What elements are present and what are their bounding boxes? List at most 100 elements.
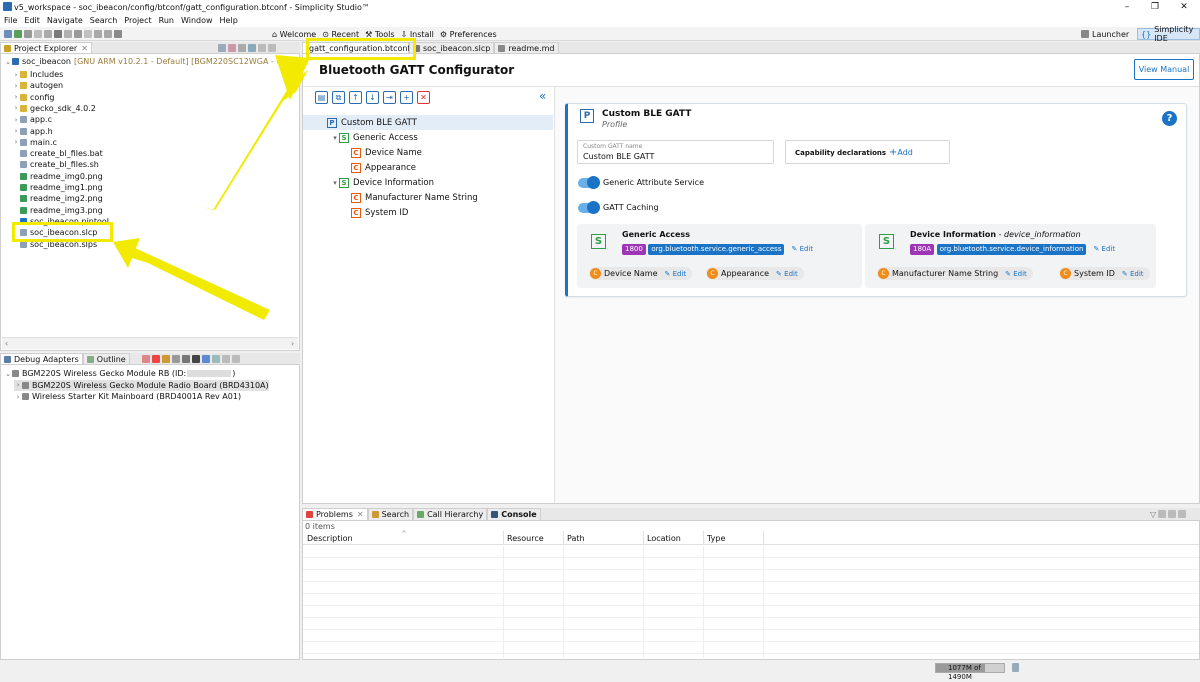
add-capability-button[interactable]: +Add [889,147,913,158]
expand-icon[interactable]: › [12,127,20,135]
gatt-tree-item[interactable]: C System ID [303,205,408,220]
welcome-link[interactable]: ⌂ Welcome [272,30,316,39]
trash-icon[interactable] [1012,663,1019,672]
expand-icon[interactable]: › [14,381,22,389]
menu-search[interactable]: Search [90,16,117,25]
service-card[interactable]: S Device Information - device_information… [865,224,1156,288]
new-icon[interactable] [4,30,12,38]
search-icon[interactable] [84,30,92,38]
edit-characteristic-button[interactable]: ✎ Edit [665,270,687,278]
move-up-icon[interactable]: ↑ [349,91,362,104]
close-icon[interactable]: ✕ [81,44,88,53]
expand-icon[interactable]: ▾ [331,134,339,142]
build-icon[interactable] [14,30,22,38]
tab-search[interactable]: Search [367,508,414,520]
menu-window[interactable]: Window [181,16,213,25]
upload-icon[interactable] [162,355,170,363]
tree-item[interactable]: › app.h [12,126,53,137]
expand-icon[interactable]: › [12,71,20,79]
help-icon[interactable]: ? [1162,111,1177,126]
device-icon[interactable] [202,355,210,363]
expand-icon[interactable]: ▾ [331,179,339,187]
gatt-tree-item[interactable]: P Custom BLE GATT [303,115,553,130]
tools-link[interactable]: ⚒ Tools [365,30,394,39]
gatt-tree-item[interactable]: C Device Name [303,145,422,160]
tree-item[interactable]: › main.c [12,137,57,148]
connect-icon[interactable] [142,355,150,363]
gatt-tree-item[interactable]: C Manufacturer Name String [303,190,478,205]
tree-item[interactable]: › gecko_sdk_4.0.2 [12,103,96,114]
horizontal-scrollbar[interactable]: ‹ › [2,337,298,349]
adapter-item[interactable]: › BGM220S Wireless Gecko Module Radio Boa… [14,379,269,391]
adapter-item[interactable]: ⌄ BGM220S Wireless Gecko Module RB (ID:) [4,368,235,379]
scroll-right-icon[interactable]: › [291,339,294,348]
heap-status[interactable]: 1077M of 1490M [935,663,1005,681]
gatt-tree-item[interactable]: ▾ S Generic Access [303,130,418,145]
expand-icon[interactable]: › [12,116,20,124]
disconnect-icon[interactable] [152,355,160,363]
tree-item[interactable]: soc_ibeacon.slps [12,239,97,250]
col-path[interactable]: Path [567,534,585,543]
tree-item[interactable]: create_bl_files.sh [12,159,99,170]
custom-gatt-name-field[interactable]: Custom GATT name Custom BLE GATT [577,140,774,164]
refresh-icon[interactable] [172,355,180,363]
collapse-panel-icon[interactable]: « [539,89,546,103]
expand-icon[interactable]: › [12,138,20,146]
generic-attribute-toggle[interactable] [578,176,600,189]
maximize-button[interactable]: ❐ [1141,0,1169,14]
close-button[interactable]: ✕ [1170,0,1198,14]
gatt-tree-item[interactable]: C Appearance [303,160,416,175]
tree-item[interactable]: › app.c [12,114,52,125]
run-icon[interactable] [64,30,72,38]
menu-edit[interactable]: Edit [24,16,40,25]
tab-problems[interactable]: Problems ✕ [302,508,368,520]
delete-icon[interactable]: ✕ [417,91,430,104]
add-icon[interactable]: + [400,91,413,104]
view-manual-button[interactable]: View Manual [1134,59,1194,80]
col-location[interactable]: Location [647,534,681,543]
move-down-icon[interactable]: ↓ [366,91,379,104]
scroll-left-icon[interactable]: ‹ [5,339,8,348]
filter-icon[interactable]: ▽ [1150,510,1156,519]
tree-item[interactable]: readme_img1.png [12,182,103,193]
pin-icon[interactable] [114,30,122,38]
expand-icon[interactable]: › [14,393,22,401]
maximize-view-icon[interactable] [1178,510,1187,518]
characteristic-chip[interactable]: C Appearance ✎ Edit [706,267,804,280]
recent-link[interactable]: ⊙ Recent [322,30,359,39]
install-link[interactable]: ⇩ Install [401,30,434,39]
tree-item[interactable]: readme_img0.png [12,171,103,182]
minimize-view-icon[interactable] [258,44,266,52]
gatt-caching-toggle[interactable] [578,201,600,214]
maximize-view-icon[interactable] [268,44,276,52]
tree-item[interactable]: create_bl_files.bat [12,148,103,159]
print-icon[interactable] [44,30,52,38]
menu-run[interactable]: Run [159,16,174,25]
save-icon[interactable] [24,30,32,38]
menu-navigate[interactable]: Navigate [47,16,83,25]
minimize-button[interactable]: – [1113,0,1141,14]
view-menu-icon[interactable] [212,355,220,363]
tab-console[interactable]: Console [487,508,541,520]
nav-forward-icon[interactable] [104,30,112,38]
service-card[interactable]: S Generic Access 1800 org.bluetooth.servic… [577,224,862,288]
adapter-item[interactable]: › Wireless Starter Kit Mainboard (BRD4001… [14,391,241,402]
import-icon[interactable]: ⇥ [383,91,396,104]
copy-icon[interactable]: ⧉ [332,91,345,104]
menu-file[interactable]: File [4,16,17,25]
perspective-launcher[interactable]: Launcher [1078,28,1132,40]
edit-characteristic-button[interactable]: ✎ Edit [1005,270,1027,278]
perspective-simplicity-ide[interactable]: {} Simplicity IDE [1137,25,1200,43]
characteristic-chip[interactable]: C Device Name ✎ Edit [589,267,693,280]
expand-icon[interactable]: ⌄ [4,58,12,66]
view-menu-icon[interactable] [1158,510,1167,518]
expand-icon[interactable]: › [12,104,20,112]
menu-help[interactable]: Help [220,16,238,25]
characteristic-chip[interactable]: C Manufacturer Name String ✎ Edit [877,267,1033,280]
edit-service-button[interactable]: ✎ Edit [1093,245,1115,253]
tree-item[interactable]: › Includes [12,69,64,80]
tree-item[interactable]: readme_img2.png [12,193,103,204]
expand-icon[interactable]: ⌄ [4,370,12,378]
filter-icon[interactable] [238,44,246,52]
characteristic-chip[interactable]: C System ID ✎ Edit [1059,267,1150,280]
